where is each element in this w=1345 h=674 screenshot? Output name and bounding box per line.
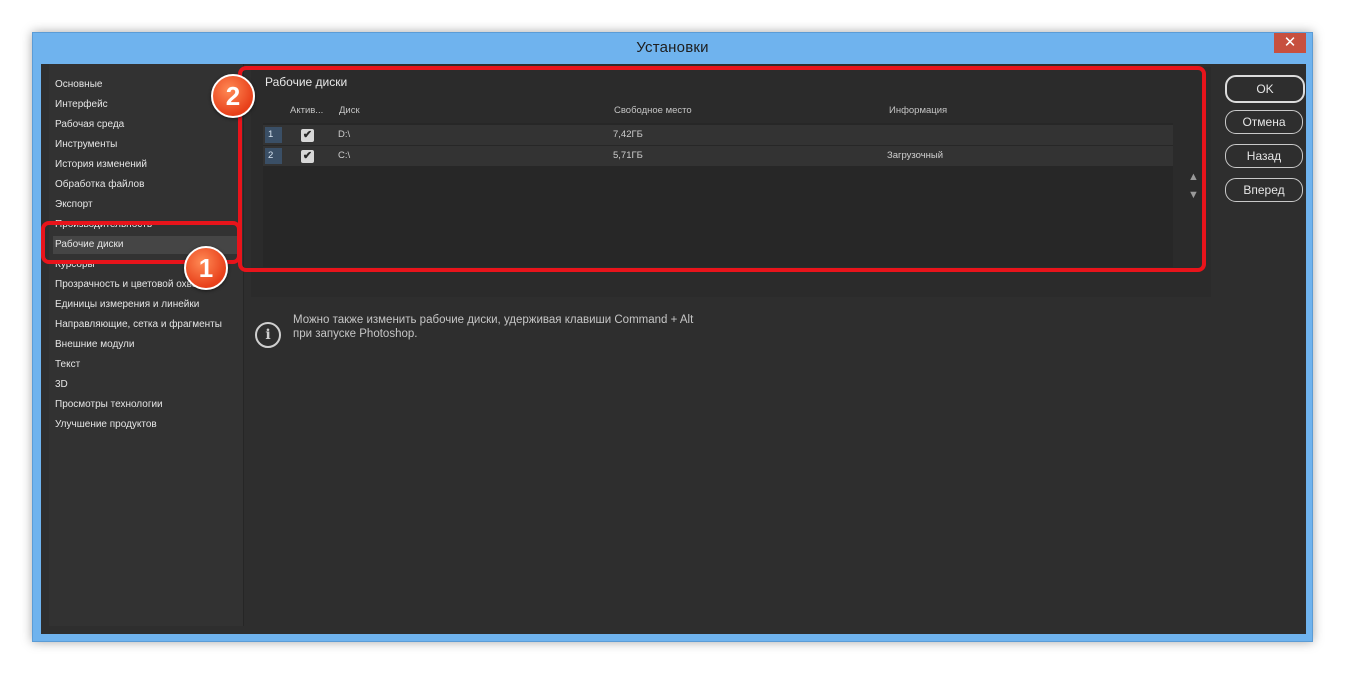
window-title: Установки (636, 39, 709, 56)
forward-button[interactable]: Вперед (1225, 178, 1303, 202)
sidebar-item-history[interactable]: История изменений (55, 156, 239, 174)
sidebar-item-tools[interactable]: Инструменты (55, 136, 239, 154)
sidebar-item-units[interactable]: Единицы измерения и линейки (55, 296, 239, 314)
sidebar-item-export[interactable]: Экспорт (55, 196, 239, 214)
sidebar-item-guides[interactable]: Направляющие, сетка и фрагменты (55, 316, 239, 334)
sidebar-item-file-handling[interactable]: Обработка файлов (55, 176, 239, 194)
info-icon: i (255, 322, 281, 348)
info-text: Можно также изменить рабочие диски, удер… (293, 313, 793, 341)
sidebar-item-tech-previews[interactable]: Просмотры технологии (55, 396, 239, 414)
sidebar-item-plugins[interactable]: Внешние модули (55, 336, 239, 354)
info-line-1: Можно также изменить рабочие диски, удер… (293, 314, 694, 326)
sidebar-item-3d[interactable]: 3D (55, 376, 239, 394)
cancel-button[interactable]: Отмена (1225, 110, 1303, 134)
callout-highlight-2 (238, 66, 1206, 272)
callout-badge-2: 2 (211, 74, 255, 118)
title-bar[interactable]: Установки ✕ (33, 33, 1312, 64)
sidebar-item-type[interactable]: Текст (55, 356, 239, 374)
ok-button[interactable]: OK (1225, 75, 1305, 103)
info-line-2: при запуске Photoshop. (293, 328, 418, 340)
sidebar-item-product-improvement[interactable]: Улучшение продуктов (55, 416, 239, 434)
callout-badge-1: 1 (184, 246, 228, 290)
back-button[interactable]: Назад (1225, 144, 1303, 168)
preferences-sidebar: Основные Интерфейс Рабочая среда Инструм… (49, 64, 244, 626)
sidebar-item-workspace[interactable]: Рабочая среда (55, 116, 239, 134)
close-button[interactable]: ✕ (1274, 33, 1306, 53)
